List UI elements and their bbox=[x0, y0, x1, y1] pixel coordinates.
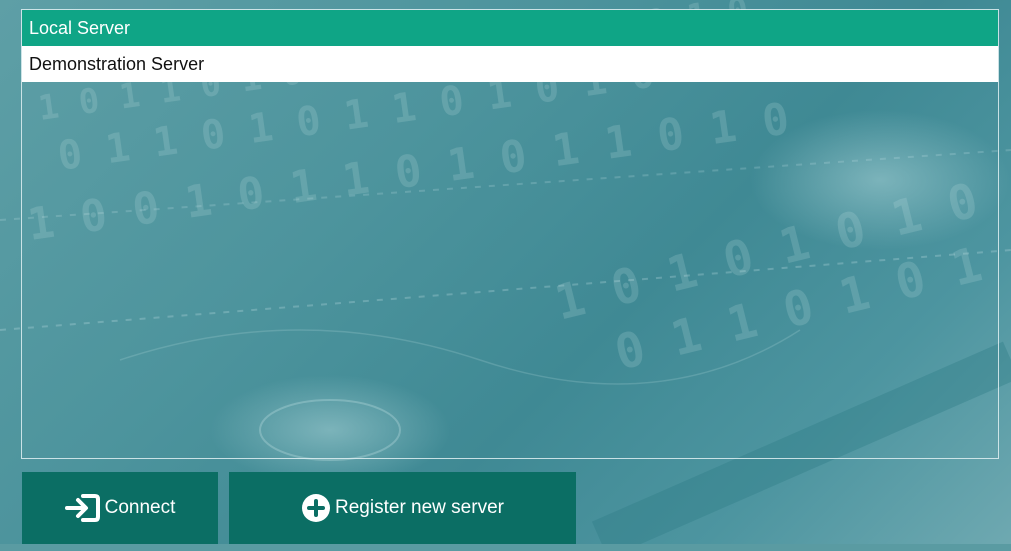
server-item-label: Local Server bbox=[29, 18, 131, 38]
plus-circle-icon bbox=[301, 493, 331, 523]
register-new-server-button[interactable]: Register new server bbox=[229, 472, 576, 544]
server-item-label: Demonstration Server bbox=[29, 54, 205, 74]
register-label: Register new server bbox=[335, 497, 504, 518]
connect-button[interactable]: Connect bbox=[22, 472, 218, 544]
server-list: Local Server Demonstration Server bbox=[22, 10, 998, 82]
sign-in-icon bbox=[64, 493, 101, 523]
window-bottom-edge bbox=[0, 544, 1011, 551]
server-list-panel: Local Server Demonstration Server bbox=[21, 9, 999, 459]
server-item-local[interactable]: Local Server bbox=[22, 10, 998, 46]
server-item-demonstration[interactable]: Demonstration Server bbox=[22, 46, 998, 82]
server-selection-window: 1 0 1 1 0 1 0 1 1 0 0 1 0 1 1 0 1 0 0 1 … bbox=[0, 0, 1011, 551]
connect-label: Connect bbox=[104, 497, 176, 518]
